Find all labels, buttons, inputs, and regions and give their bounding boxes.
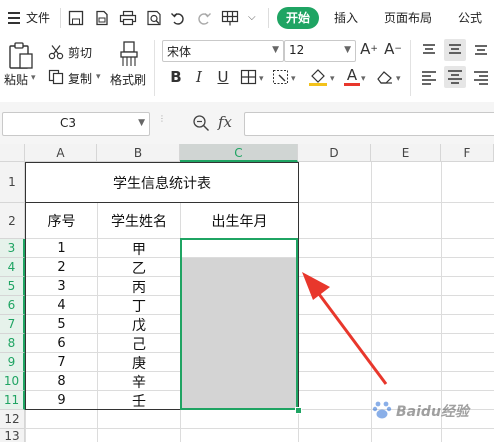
font-size-value: 12 — [289, 43, 305, 57]
cut-button[interactable]: 剪切 — [68, 44, 92, 61]
fx-icon[interactable]: fx — [218, 113, 232, 131]
increase-font-size-icon[interactable]: A + — [358, 38, 380, 60]
divider — [154, 40, 155, 96]
divider — [268, 8, 269, 28]
print-preview-icon[interactable] — [144, 8, 164, 28]
align-right-icon[interactable] — [472, 69, 490, 85]
align-bottom-icon[interactable] — [472, 42, 490, 58]
name-box[interactable]: C3 ▼ — [2, 112, 150, 136]
italic-icon[interactable]: I — [188, 66, 210, 88]
undo-icon[interactable] — [168, 8, 188, 28]
formula-bar: C3 ▼ ⋮ fx — [0, 102, 494, 144]
cell-style-dropdown-icon[interactable]: ▾ — [291, 74, 296, 84]
hamburger-menu-icon[interactable] — [8, 10, 20, 24]
fill-color-dropdown-icon[interactable]: ▾ — [330, 74, 335, 84]
tab-formulas[interactable]: 公式 — [458, 0, 482, 36]
format-painter-button[interactable]: 格式刷 — [110, 71, 146, 88]
copy-icon[interactable] — [48, 69, 64, 85]
font-name-value: 宋体 — [167, 45, 192, 59]
format-painter-icon[interactable] — [118, 40, 140, 68]
align-middle-icon[interactable] — [444, 39, 466, 61]
clear-format-dropdown-icon[interactable]: ▾ — [396, 74, 401, 84]
format-grid-icon[interactable] — [220, 8, 240, 28]
font-size-select[interactable]: 12 ▼ — [284, 40, 356, 62]
divider — [60, 8, 61, 28]
font-color-icon[interactable]: A — [344, 67, 360, 87]
clear-format-icon[interactable] — [376, 69, 394, 85]
chevron-down-icon: ▼ — [138, 118, 145, 128]
copy-dropdown-icon[interactable]: ▾ — [96, 72, 101, 82]
fill-color-icon[interactable] — [308, 67, 328, 87]
menu-bar: 文件 ⌵ 开始 插入 页面布局 公式 — [0, 0, 494, 36]
drag-handle-icon[interactable]: ⋮ — [158, 114, 166, 123]
export-pdf-icon[interactable] — [92, 8, 112, 28]
align-top-icon[interactable] — [420, 42, 438, 58]
zoom-search-icon[interactable] — [192, 114, 210, 132]
print-icon[interactable] — [118, 8, 138, 28]
tab-page-layout[interactable]: 页面布局 — [384, 0, 432, 36]
file-menu[interactable]: 文件 — [26, 0, 50, 36]
borders-dropdown-icon[interactable]: ▾ — [259, 74, 264, 84]
spreadsheet-grid: A B C D E F 1 2 3 4 5 6 7 8 9 10 11 12 1… — [0, 144, 494, 443]
more-chevron-icon[interactable]: ⌵ — [248, 12, 256, 23]
paste-dropdown-icon[interactable]: ▾ — [31, 73, 36, 83]
paste-icon[interactable] — [6, 40, 36, 70]
formula-input[interactable] — [244, 112, 494, 136]
chevron-down-icon: ▼ — [344, 45, 351, 55]
redo-icon[interactable] — [194, 8, 214, 28]
chevron-down-icon: ▼ — [272, 45, 279, 55]
align-center-icon[interactable] — [444, 66, 466, 88]
save-icon[interactable] — [66, 8, 86, 28]
watermark-text: Baidu经验 — [396, 404, 469, 420]
paste-button[interactable]: 粘贴 — [4, 71, 28, 88]
tab-insert[interactable]: 插入 — [334, 0, 358, 36]
divider — [410, 40, 411, 96]
tab-start[interactable]: 开始 — [277, 7, 319, 29]
borders-icon[interactable] — [240, 69, 258, 85]
name-box-value: C3 — [59, 116, 76, 130]
ribbon-toolbar: 粘贴 ▾ 剪切 复制 ▾ 格式刷 宋体 ▼ 12 ▼ A + A − B I U ▾ — [0, 36, 494, 103]
bold-icon[interactable]: B — [165, 66, 187, 88]
baidu-watermark: Baidu经验 — [372, 398, 490, 422]
scissors-icon[interactable] — [48, 44, 64, 60]
copy-button[interactable]: 复制 — [68, 70, 92, 87]
font-color-dropdown-icon[interactable]: ▾ — [361, 74, 366, 84]
font-name-select[interactable]: 宋体 ▼ — [162, 40, 284, 62]
decrease-font-size-icon[interactable]: A − — [382, 38, 404, 60]
align-left-icon[interactable] — [420, 69, 438, 85]
cell-style-icon[interactable] — [272, 69, 290, 85]
underline-icon[interactable]: U — [212, 66, 234, 88]
